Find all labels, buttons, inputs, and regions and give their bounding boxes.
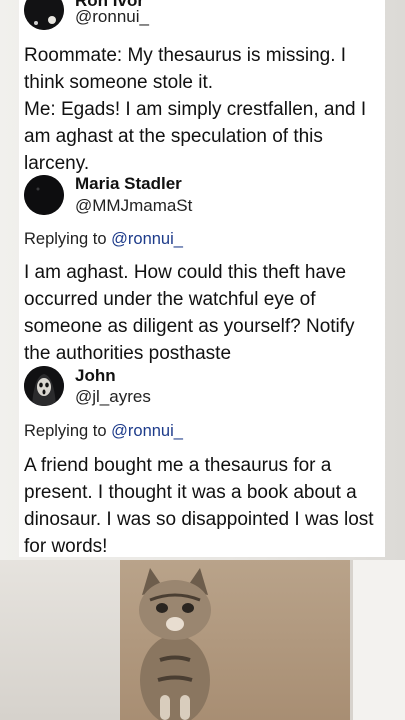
display-name[interactable]: Maria Stadler: [75, 174, 182, 194]
avatar-icon[interactable]: [24, 175, 64, 215]
replying-to-label: Replying to: [24, 422, 107, 440]
tweet-text: Roommate: My thesaurus is missing. I thi…: [24, 45, 367, 174]
user-handle[interactable]: @MMJmamaSt: [75, 196, 192, 216]
display-name[interactable]: John: [75, 366, 116, 386]
tweet-thread-card: Ron Ivor @ronnui_ Roommate: My thesaurus…: [19, 0, 385, 557]
tweet-text: I am aghast. How could this theft have o…: [24, 262, 355, 364]
background-door-frame: [350, 560, 405, 720]
mention-link[interactable]: @ronnui_: [111, 230, 183, 248]
hooded-figure-avatar-icon[interactable]: [24, 366, 64, 406]
replying-to-line: Replying to @ronnui_: [24, 230, 183, 249]
mention-link[interactable]: @ronnui_: [111, 422, 183, 440]
background-left-wall: [0, 560, 120, 720]
user-handle[interactable]: @jl_ayres: [75, 387, 151, 407]
replying-to-line: Replying to @ronnui_: [24, 422, 183, 441]
avatar-icon[interactable]: [24, 0, 64, 30]
cat-image: [139, 568, 211, 720]
tweet-text: A friend bought me a thesaurus for a pre…: [24, 455, 374, 557]
user-handle[interactable]: @ronnui_: [75, 7, 149, 27]
replying-to-label: Replying to: [24, 230, 107, 248]
